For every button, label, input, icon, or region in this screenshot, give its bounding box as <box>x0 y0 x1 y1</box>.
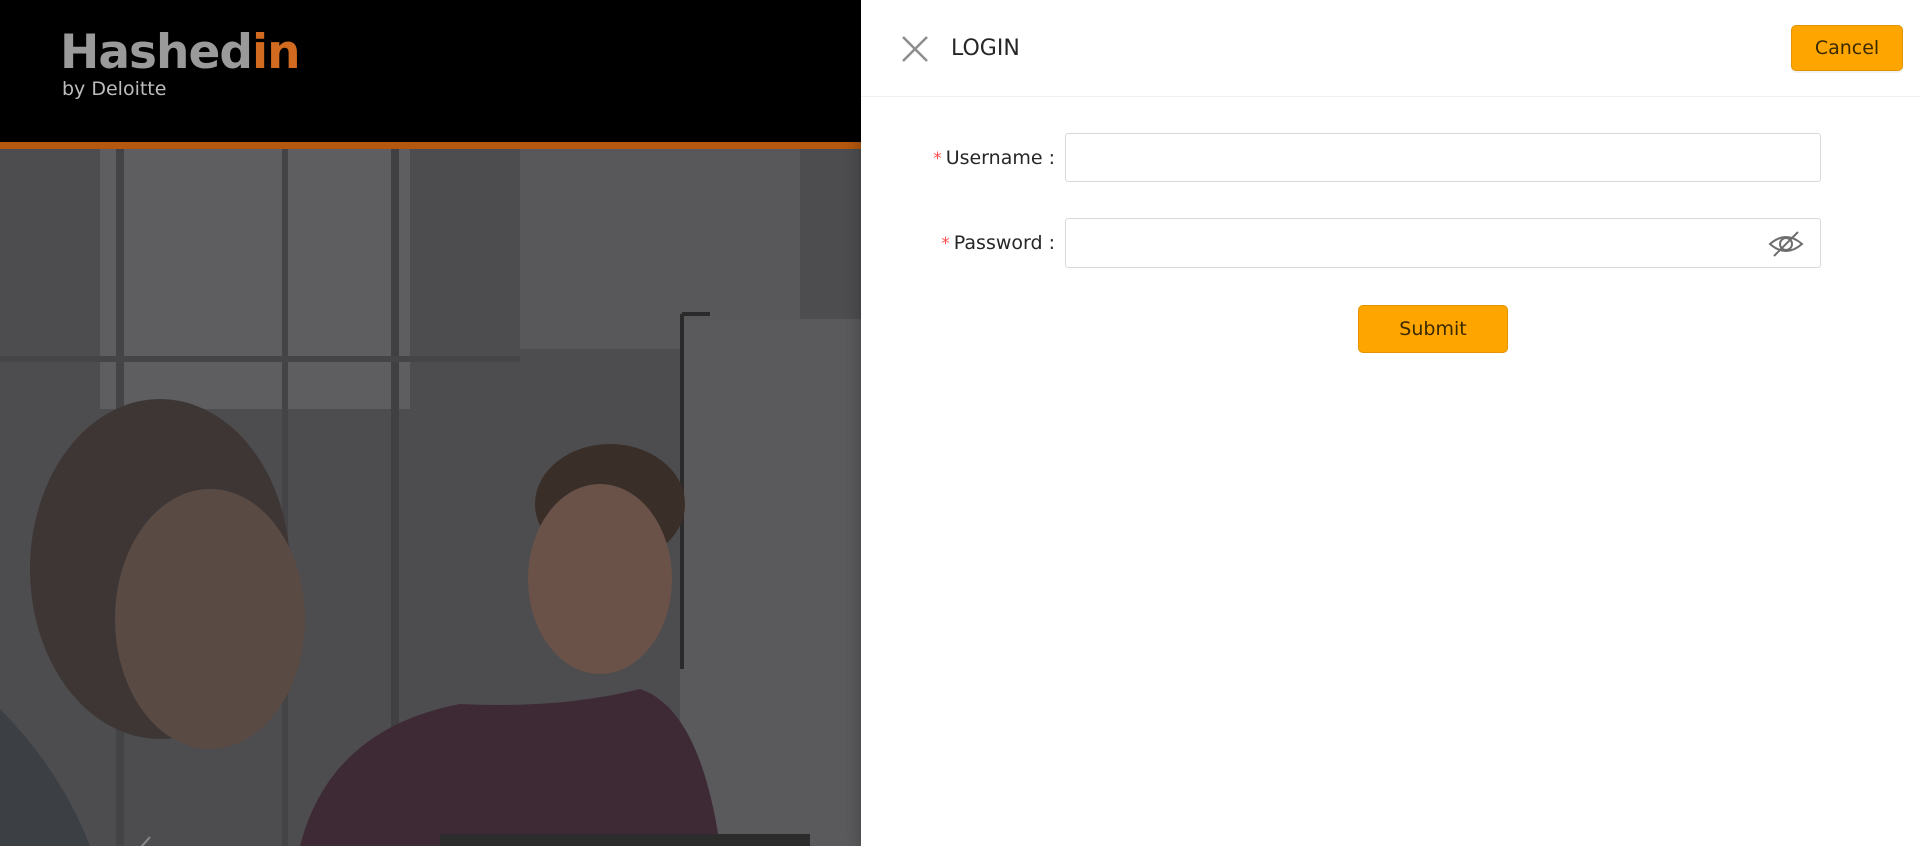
required-marker: * <box>941 234 950 254</box>
hashedin-logo: Hashedin by Deloitte <box>60 25 301 101</box>
office-photo-illustration <box>0 149 861 846</box>
password-row: * Password : <box>861 218 1920 268</box>
logo-subtitle: by Deloitte <box>62 78 167 100</box>
username-label: * Username : <box>861 133 1055 183</box>
password-label: * Password : <box>861 218 1055 268</box>
carousel-prev-button[interactable] <box>128 833 158 846</box>
background-photo <box>0 149 861 846</box>
drawer-header: LOGIN Cancel <box>861 0 1920 97</box>
brand-accent-line <box>0 142 861 149</box>
chevron-left-icon <box>140 836 151 846</box>
label-colon: : <box>1042 147 1055 169</box>
close-icon <box>902 36 928 62</box>
cancel-button[interactable]: Cancel <box>1791 25 1903 71</box>
logo-text-accent: in <box>252 25 301 80</box>
username-row: * Username : <box>861 133 1920 183</box>
submit-button[interactable]: Submit <box>1358 305 1508 353</box>
eye-hidden-icon <box>1768 231 1804 257</box>
brand-header: Hashedin by Deloitte <box>0 0 861 142</box>
logo-text-primary: Hashed <box>60 25 253 80</box>
drawer-title: LOGIN <box>951 36 1020 61</box>
password-field[interactable] <box>1065 218 1821 268</box>
username-field[interactable] <box>1065 133 1821 182</box>
required-marker: * <box>933 149 942 169</box>
password-input[interactable] <box>1066 219 1730 267</box>
label-colon: : <box>1042 232 1055 254</box>
username-label-text: Username <box>945 147 1043 169</box>
close-button[interactable] <box>899 33 931 65</box>
background-panel: Hashedin by Deloitte <box>0 0 861 846</box>
password-visibility-toggle[interactable] <box>1768 228 1804 260</box>
password-label-text: Password <box>953 232 1043 254</box>
login-drawer: LOGIN Cancel * Username : * Password : Sub… <box>861 0 1920 846</box>
username-input[interactable] <box>1066 134 1820 181</box>
